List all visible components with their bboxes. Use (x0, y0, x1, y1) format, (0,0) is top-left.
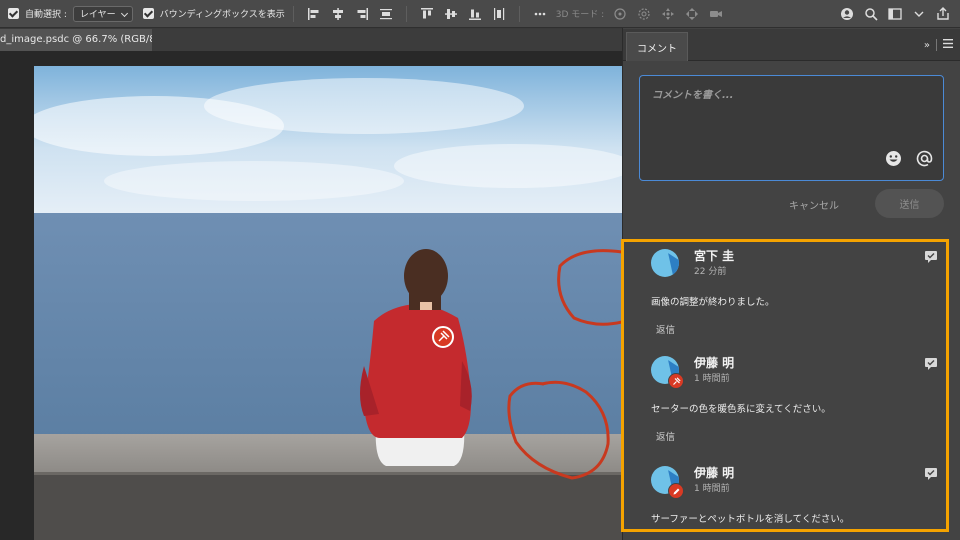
bounding-box-label: バウンディングボックスを表示 (159, 10, 285, 20)
panel-header: コメント » (623, 29, 960, 61)
auto-select-target-dropdown[interactable]: レイヤー (72, 5, 133, 22)
collapse-panel-icon[interactable]: » (924, 40, 930, 51)
comment-time: 22 分前 (694, 267, 727, 277)
compose-tools (885, 150, 933, 171)
separator (292, 5, 294, 22)
bounding-box-checkbox[interactable] (142, 8, 154, 19)
comments-panel: コメント » コメントを書く... キャンセル 送信 宮下 圭 22 分前 画像… (621, 28, 960, 540)
photo-background (34, 66, 622, 540)
toolbar-right-group (838, 5, 952, 23)
photo-canvas[interactable] (34, 66, 622, 540)
pin-marker[interactable] (432, 326, 454, 348)
comment-text: セーターの色を暖色系に変えてください。 (651, 404, 831, 415)
pin-icon (668, 373, 684, 389)
3d-camera-icon[interactable] (707, 5, 725, 23)
comment-author: 伊藤 明 (694, 466, 735, 480)
auto-select-checkbox[interactable] (8, 8, 19, 19)
3d-slide-icon[interactable] (683, 5, 701, 23)
options-bar: 自動選択 : レイヤー バウンディングボックスを表示 3D モード : (0, 0, 960, 28)
resolve-comment-icon[interactable] (924, 467, 938, 481)
align-top-icon[interactable] (418, 5, 436, 23)
resolve-comment-icon[interactable] (924, 250, 938, 264)
reply-button[interactable]: 返信 (656, 322, 675, 336)
separator (405, 5, 407, 22)
user-profile-icon[interactable] (838, 5, 856, 23)
send-button-label: 送信 (899, 200, 920, 211)
mention-icon[interactable] (916, 150, 933, 171)
more-options-icon[interactable] (531, 5, 549, 23)
tab-comments-label: コメント (637, 43, 677, 55)
align-left-icon[interactable] (305, 5, 323, 23)
resolve-comment-icon[interactable] (924, 357, 938, 371)
3d-roll-icon[interactable] (635, 5, 653, 23)
3d-orbit-icon[interactable] (611, 5, 629, 23)
cancel-button[interactable]: キャンセル (783, 193, 845, 216)
panel-menu-icon[interactable] (943, 39, 953, 51)
auto-select-label: 自動選択 : (25, 10, 67, 20)
send-button[interactable]: 送信 (875, 189, 944, 218)
document-tab[interactable]: d_image.psdc @ 66.7% (RGB/8) (0, 29, 152, 51)
comment-text: 画像の調整が終わりました。 (651, 297, 775, 308)
comment-author: 宮下 圭 (694, 249, 735, 263)
align-bottom-icon[interactable] (466, 5, 484, 23)
comment-input[interactable]: コメントを書く... (639, 75, 944, 181)
tab-strip (152, 29, 622, 51)
comment-list: 宮下 圭 22 分前 画像の調整が終わりました。 返信 伊藤 明 1 時間前 セ… (621, 239, 949, 532)
document-tab-title: d_image.psdc @ 66.7% (RGB/8) (0, 34, 152, 45)
distribute-vertical-icon[interactable] (490, 5, 508, 23)
auto-select-target-value: レイヤー (79, 10, 116, 20)
pencil-icon (668, 483, 684, 499)
chevron-down-icon[interactable] (910, 5, 928, 23)
tab-comments[interactable]: コメント (626, 32, 688, 61)
comment-input-placeholder: コメントを書く... (652, 90, 734, 101)
search-icon[interactable] (862, 5, 880, 23)
align-horizontal-center-icon[interactable] (329, 5, 347, 23)
comment-time: 1 時間前 (694, 374, 730, 384)
panel-controls: » (924, 39, 953, 51)
align-right-icon[interactable] (353, 5, 371, 23)
reply-button[interactable]: 返信 (656, 429, 675, 443)
distribute-icon[interactable] (377, 5, 395, 23)
3d-pan-icon[interactable] (659, 5, 677, 23)
comment-author: 伊藤 明 (694, 356, 735, 370)
canvas-area[interactable] (0, 51, 622, 540)
3d-mode-label: 3D モード : (555, 10, 605, 20)
separator (936, 39, 937, 51)
photoshop-window: 自動選択 : レイヤー バウンディングボックスを表示 3D モード : d_im… (0, 0, 960, 540)
separator (518, 5, 520, 22)
align-vertical-center-icon[interactable] (442, 5, 460, 23)
workspace-icon[interactable] (886, 5, 904, 23)
emoji-icon[interactable] (885, 150, 902, 171)
comment-text: サーファーとペットボトルを消してください。 (651, 514, 850, 525)
avatar (651, 249, 679, 277)
comment-time: 1 時間前 (694, 484, 730, 494)
share-icon[interactable] (934, 5, 952, 23)
